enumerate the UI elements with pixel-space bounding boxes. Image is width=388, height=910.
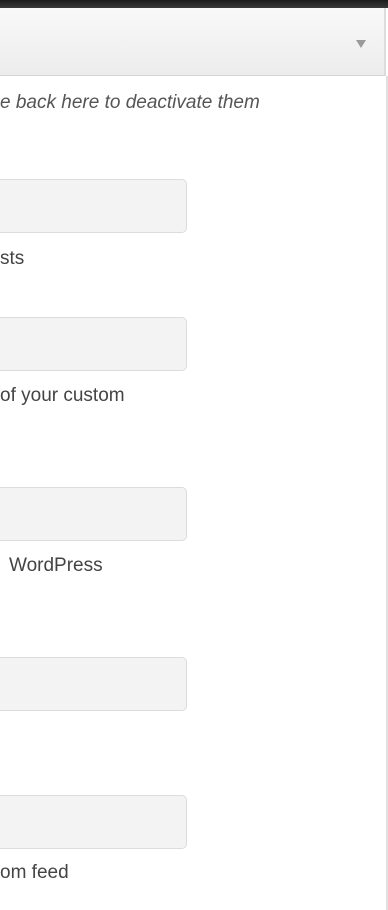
window-frame-top bbox=[0, 0, 388, 8]
settings-description-5: om feed bbox=[0, 862, 69, 883]
settings-input-3[interactable] bbox=[0, 487, 187, 541]
settings-input-1[interactable] bbox=[0, 179, 187, 233]
triangle-down-icon[interactable] bbox=[356, 40, 366, 48]
settings-input-4[interactable] bbox=[0, 657, 187, 711]
settings-description-1: sts bbox=[0, 248, 25, 269]
settings-page: e back here to deactivate them sts of yo… bbox=[0, 0, 388, 910]
settings-description-2: of your custom bbox=[0, 385, 125, 406]
settings-input-5[interactable] bbox=[0, 795, 187, 849]
select-dropdown[interactable] bbox=[0, 8, 386, 76]
settings-input-2[interactable] bbox=[0, 317, 187, 371]
settings-description-3: WordPress bbox=[9, 555, 103, 576]
deactivate-notice: e back here to deactivate them bbox=[0, 92, 260, 113]
